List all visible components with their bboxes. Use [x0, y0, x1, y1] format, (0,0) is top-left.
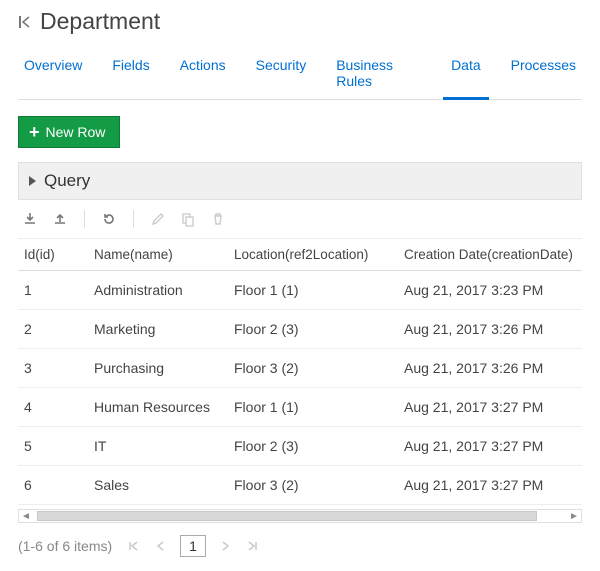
table-row[interactable]: 2MarketingFloor 2 (3)Aug 21, 2017 3:26 P…: [18, 310, 582, 349]
toolbar-separator: [84, 210, 85, 228]
new-row-button[interactable]: + New Row: [18, 116, 120, 148]
table-row[interactable]: 4Human ResourcesFloor 1 (1)Aug 21, 2017 …: [18, 388, 582, 427]
first-page-button: [126, 539, 140, 553]
cell-name: Purchasing: [88, 349, 228, 388]
new-row-label: New Row: [46, 124, 106, 140]
cell-created: Aug 21, 2017 3:27 PM: [398, 427, 582, 466]
data-grid: Id(id) Name(name) Location(ref2Location)…: [18, 238, 582, 505]
cell-created: Aug 21, 2017 3:26 PM: [398, 349, 582, 388]
next-page-button: [220, 539, 232, 553]
last-page-button: [246, 539, 260, 553]
cell-name: Marketing: [88, 310, 228, 349]
cell-id: 5: [18, 427, 88, 466]
cell-location: Floor 1 (1): [228, 271, 398, 310]
pager-summary: (1-6 of 6 items): [18, 538, 112, 554]
edit-button: [150, 211, 166, 227]
cell-created: Aug 21, 2017 3:23 PM: [398, 271, 582, 310]
duplicate-button: [180, 211, 196, 227]
plus-icon: +: [29, 125, 40, 139]
query-expander[interactable]: Query: [18, 162, 582, 200]
table-row[interactable]: 5ITFloor 2 (3)Aug 21, 2017 3:27 PM: [18, 427, 582, 466]
grid-toolbar: [18, 200, 582, 238]
scroll-thumb[interactable]: [37, 511, 537, 521]
back-icon[interactable]: [18, 15, 32, 29]
pager: (1-6 of 6 items) 1: [18, 523, 582, 557]
cell-created: Aug 21, 2017 3:27 PM: [398, 466, 582, 505]
tab-data[interactable]: Data: [449, 49, 483, 99]
cell-name: Sales: [88, 466, 228, 505]
col-header-location[interactable]: Location(ref2Location): [228, 239, 398, 271]
cell-created: Aug 21, 2017 3:27 PM: [398, 388, 582, 427]
chevron-right-icon: [29, 176, 36, 186]
cell-location: Floor 1 (1): [228, 388, 398, 427]
horizontal-scrollbar[interactable]: ◄ ►: [18, 509, 582, 523]
cell-name: Administration: [88, 271, 228, 310]
scroll-right-icon[interactable]: ►: [567, 510, 581, 522]
col-header-id[interactable]: Id(id): [18, 239, 88, 271]
tab-overview[interactable]: Overview: [22, 49, 84, 99]
tab-bar: Overview Fields Actions Security Business Ru…: [18, 49, 582, 100]
tab-processes[interactable]: Processes: [509, 49, 578, 99]
query-label: Query: [44, 171, 90, 191]
cell-location: Floor 2 (3): [228, 310, 398, 349]
upload-button[interactable]: [52, 211, 68, 227]
table-row[interactable]: 1AdministrationFloor 1 (1)Aug 21, 2017 3…: [18, 271, 582, 310]
tab-actions[interactable]: Actions: [178, 49, 228, 99]
tab-security[interactable]: Security: [254, 49, 309, 99]
cell-id: 6: [18, 466, 88, 505]
table-row[interactable]: 6SalesFloor 3 (2)Aug 21, 2017 3:27 PM: [18, 466, 582, 505]
download-button[interactable]: [22, 211, 38, 227]
tab-business-rules[interactable]: Business Rules: [334, 49, 423, 99]
tab-fields[interactable]: Fields: [110, 49, 151, 99]
table-row[interactable]: 3PurchasingFloor 3 (2)Aug 21, 2017 3:26 …: [18, 349, 582, 388]
refresh-button[interactable]: [101, 211, 117, 227]
prev-page-button: [154, 539, 166, 553]
cell-id: 3: [18, 349, 88, 388]
col-header-created[interactable]: Creation Date(creationDate): [398, 239, 582, 271]
cell-id: 1: [18, 271, 88, 310]
cell-location: Floor 2 (3): [228, 427, 398, 466]
col-header-name[interactable]: Name(name): [88, 239, 228, 271]
current-page[interactable]: 1: [180, 535, 206, 557]
page-title: Department: [40, 8, 160, 35]
cell-created: Aug 21, 2017 3:26 PM: [398, 310, 582, 349]
cell-id: 2: [18, 310, 88, 349]
grid-header-row: Id(id) Name(name) Location(ref2Location)…: [18, 239, 582, 271]
cell-name: IT: [88, 427, 228, 466]
cell-location: Floor 3 (2): [228, 349, 398, 388]
delete-button: [210, 211, 226, 227]
page-header: Department: [18, 8, 582, 35]
cell-id: 4: [18, 388, 88, 427]
scroll-left-icon[interactable]: ◄: [19, 510, 33, 522]
cell-name: Human Resources: [88, 388, 228, 427]
cell-location: Floor 3 (2): [228, 466, 398, 505]
toolbar-separator: [133, 210, 134, 228]
